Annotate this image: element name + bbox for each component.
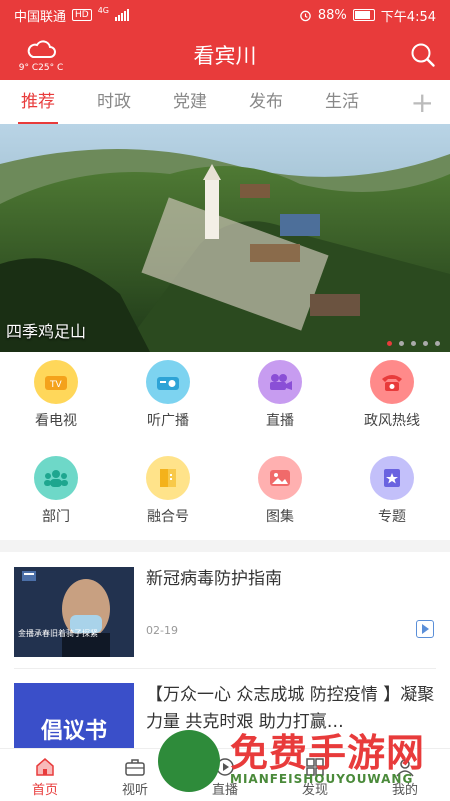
live-icon bbox=[216, 758, 234, 776]
user-icon bbox=[396, 759, 414, 777]
news-title: 【万众一心 众志成城 防控疫情 】凝聚力量 共克时艰 助力打赢… bbox=[146, 685, 435, 732]
grid-item-department[interactable]: 部门 bbox=[0, 456, 112, 526]
grid-item-hotline[interactable]: 政风热线 bbox=[336, 360, 448, 430]
nav-media[interactable]: 视听 bbox=[90, 749, 180, 801]
news-date: 02-19 bbox=[146, 624, 178, 637]
svg-text:TV: TV bbox=[49, 380, 62, 390]
topic-icon bbox=[370, 456, 414, 500]
home-icon bbox=[36, 758, 54, 776]
signal-icon bbox=[115, 9, 130, 21]
grid-label: 部门 bbox=[42, 509, 70, 525]
tab-recommend[interactable]: 推荐 bbox=[0, 80, 76, 124]
app-bar: 9° C25° C 看宾川 bbox=[0, 30, 450, 80]
banner-carousel[interactable]: 四季鸡足山 bbox=[0, 124, 450, 352]
video-play-icon bbox=[416, 620, 434, 638]
list-divider bbox=[14, 668, 436, 669]
hd-badge: HD bbox=[72, 9, 92, 21]
nav-label: 视听 bbox=[121, 783, 148, 798]
nav-label: 直播 bbox=[211, 783, 238, 798]
grid-item-radio[interactable]: 听广播 bbox=[112, 360, 224, 430]
people-icon bbox=[34, 456, 78, 500]
nav-home[interactable]: 首页 bbox=[0, 749, 90, 801]
nav-label: 发现 bbox=[301, 783, 328, 798]
search-icon[interactable] bbox=[410, 42, 436, 68]
camera-icon bbox=[258, 360, 302, 404]
news-item[interactable]: 金播承春旧着骑子探紧 新冠病毒防护指南 02-19 bbox=[0, 552, 450, 668]
grid-label: 专题 bbox=[378, 509, 406, 525]
thumbnail-caption: 金播承春旧着骑子探紧 bbox=[18, 629, 98, 638]
picture-icon bbox=[258, 456, 302, 500]
carousel-indicator bbox=[387, 341, 440, 346]
grid-label: 图集 bbox=[266, 509, 294, 525]
grid-item-topic[interactable]: 专题 bbox=[336, 456, 448, 526]
grid-item-media[interactable]: 融合号 bbox=[112, 456, 224, 526]
tab-party[interactable]: 党建 bbox=[152, 80, 228, 124]
news-item[interactable]: 倡议书 【万众一心 众志成城 防控疫情 】凝聚力量 共克时艰 助力打赢… bbox=[0, 670, 450, 763]
grid-label: 看电视 bbox=[35, 413, 77, 429]
tab-politics[interactable]: 时政 bbox=[76, 80, 152, 124]
banner-caption: 四季鸡足山 bbox=[6, 322, 87, 341]
grid-label: 政风热线 bbox=[364, 413, 420, 429]
phone-icon bbox=[370, 360, 414, 404]
radio-icon bbox=[146, 360, 190, 404]
grid-item-live[interactable]: 直播 bbox=[224, 360, 336, 430]
battery-percent: 88% bbox=[317, 7, 347, 23]
tab-life[interactable]: 生活 bbox=[304, 80, 380, 124]
page-title: 看宾川 bbox=[193, 44, 257, 68]
thumbnail-text: 倡议书 bbox=[40, 719, 107, 744]
nav-label: 首页 bbox=[31, 783, 58, 798]
add-channel-icon[interactable]: + bbox=[411, 86, 434, 119]
service-grid: TV 看电视 听广播 直播 政风热线 部门 融合号 图集 专题 bbox=[0, 352, 450, 540]
briefcase-icon bbox=[125, 759, 145, 776]
grid-label: 融合号 bbox=[147, 509, 189, 525]
section-separator bbox=[0, 540, 450, 552]
carrier-label: 中国联通 bbox=[14, 9, 67, 25]
grid-label: 听广播 bbox=[147, 413, 189, 429]
nav-profile[interactable]: 我的 bbox=[360, 749, 450, 801]
network-label: 4G bbox=[97, 5, 110, 15]
grid-item-gallery[interactable]: 图集 bbox=[224, 456, 336, 526]
tv-icon: TV bbox=[34, 360, 78, 404]
battery-icon bbox=[352, 9, 375, 21]
clock: 下午4:54 bbox=[380, 9, 436, 25]
nav-live[interactable]: 直播 bbox=[180, 749, 270, 801]
nav-label: 我的 bbox=[391, 783, 418, 798]
grid-label: 直播 bbox=[266, 413, 294, 429]
news-thumbnail: 金播承春旧着骑子探紧 bbox=[14, 567, 134, 657]
grid-item-tv[interactable]: TV 看电视 bbox=[0, 360, 112, 430]
channel-tabs: 推荐 时政 党建 发布 生活 + bbox=[0, 80, 450, 125]
tab-release[interactable]: 发布 bbox=[228, 80, 304, 124]
news-title: 新冠病毒防护指南 bbox=[146, 569, 282, 589]
nav-discover[interactable]: 发现 bbox=[270, 749, 360, 801]
book-icon bbox=[146, 456, 190, 500]
status-bar: 中国联通 HD 4G 88% 下午4:54 bbox=[0, 0, 450, 30]
alarm-icon bbox=[300, 10, 311, 21]
bottom-nav: 首页 视听 直播 发现 我的 bbox=[0, 748, 450, 801]
grid-icon bbox=[306, 758, 324, 776]
